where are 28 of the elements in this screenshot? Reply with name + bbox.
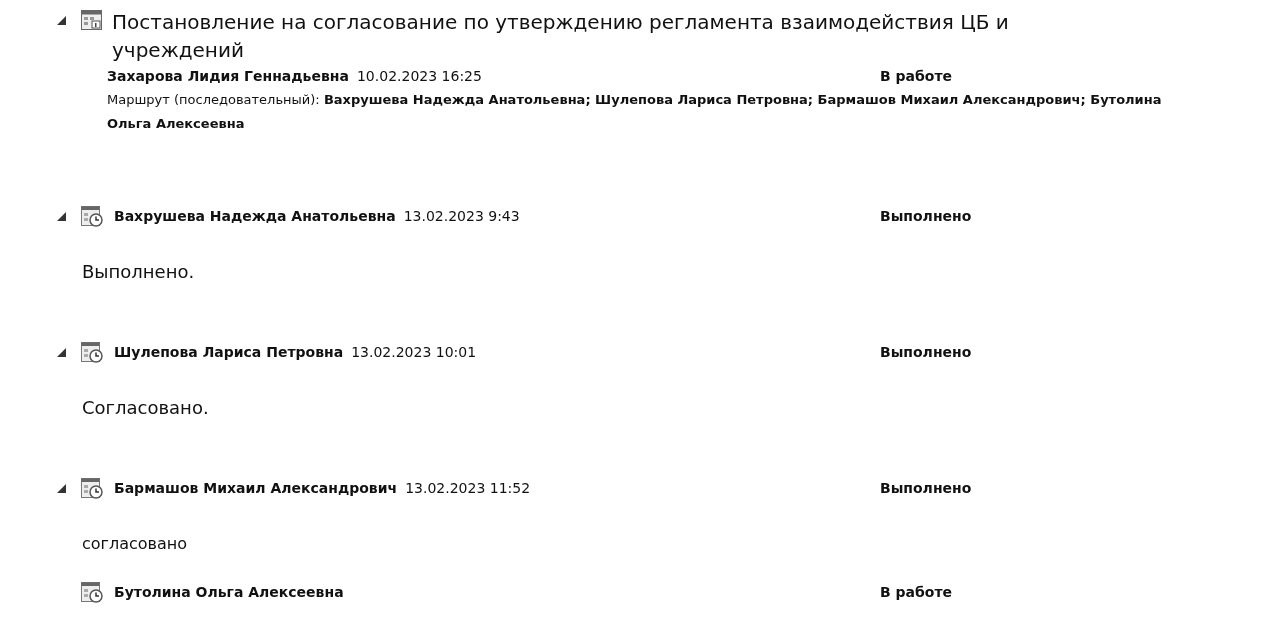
status-text: Выполнено xyxy=(880,342,972,362)
expander-icon[interactable] xyxy=(56,347,66,357)
status-text: В работе xyxy=(880,582,953,602)
comment-text: Согласовано. xyxy=(81,396,210,420)
expander-icon[interactable] xyxy=(56,16,66,25)
person-name: Вахрушева Надежда Анатольевна xyxy=(114,206,396,226)
comment-text: согласовано xyxy=(81,533,189,555)
date-text: 13.02.2023 10:01 xyxy=(351,342,477,362)
date-text: 13.02.2023 11:52 xyxy=(405,478,531,498)
expander-icon[interactable] xyxy=(56,211,66,221)
status-text: Выполнено xyxy=(880,478,972,498)
comment-text: Выполнено. xyxy=(81,260,196,284)
author-name: Захарова Лидия Геннадьевна xyxy=(107,66,349,86)
status-text: Выполнено xyxy=(880,206,972,226)
route-text: Маршрут (последовательный): Вахрушева Надежда Анатольевна; Шулепова Лариса Петровна; Бармашов Михаил Александрович; Бутолина Ольга Алексеевна xyxy=(107,91,1163,133)
calendar-clock-icon xyxy=(80,476,104,500)
expander-icon[interactable] xyxy=(56,483,66,493)
calendar-clock-icon xyxy=(80,580,104,604)
date-text: 13.02.2023 9:43 xyxy=(403,206,520,226)
person-name: Бутолина Ольга Алексеевна xyxy=(114,582,344,602)
status-text: В работе xyxy=(880,66,953,86)
person-name: Бармашов Михаил Александрович xyxy=(114,478,398,498)
calendar-clock-icon xyxy=(80,340,104,364)
person-name: Шулепова Лариса Петровна xyxy=(114,342,344,362)
calendar-clock-icon xyxy=(80,204,104,228)
date-text: 10.02.2023 16:25 xyxy=(356,66,482,86)
calendar-icon xyxy=(80,8,104,32)
document-title: Постановление на согласование по утверждению регламента взаимодействия ЦБ и учреждений xyxy=(112,9,1010,64)
